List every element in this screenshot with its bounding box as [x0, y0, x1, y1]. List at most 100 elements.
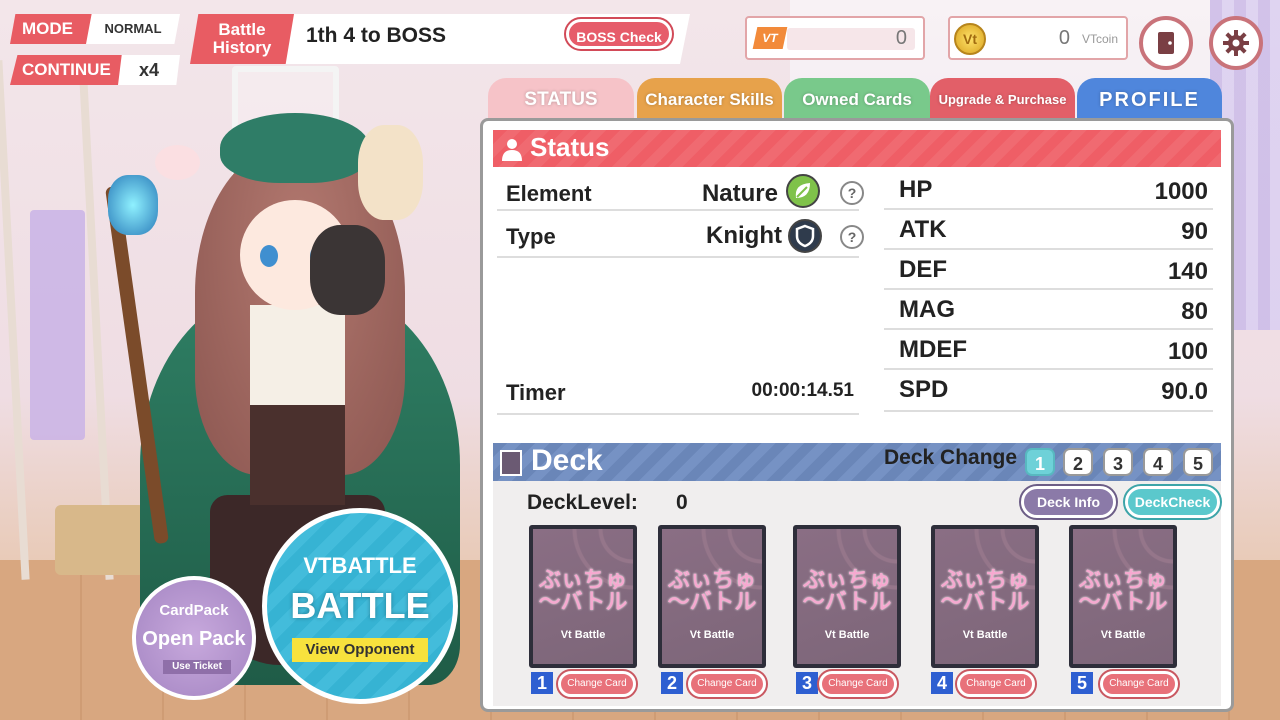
stat-value-spd: 90.0 [1161, 378, 1208, 405]
card-subtitle: Vt Battle [824, 629, 870, 641]
row-divider [497, 209, 859, 211]
element-label: Element [506, 181, 592, 206]
mode-value: NORMAL [86, 14, 180, 44]
deck-card-4[interactable]: ぶぃちゅ～バトル Vt Battle [931, 525, 1039, 668]
door-icon [1158, 32, 1174, 54]
status-title: Status [530, 132, 610, 162]
card-back: ぶぃちゅ～バトル Vt Battle [935, 529, 1035, 664]
character-staff [105, 185, 169, 545]
stat-label-spd: SPD [899, 376, 949, 403]
stat-label-mdef: MDEF [899, 336, 967, 363]
deck-level-label: DeckLevel: [527, 491, 638, 514]
row-divider [884, 288, 1213, 290]
card-back: ぶぃちゅ～バトル Vt Battle [662, 529, 762, 664]
card-subtitle: Vt Battle [962, 629, 1008, 641]
row-divider [884, 410, 1213, 412]
change-card-button[interactable]: Change Card [556, 669, 638, 699]
gear-icon [1223, 30, 1249, 56]
deck-info-button[interactable]: Deck Info [1019, 484, 1118, 520]
change-card-button[interactable]: Change Card [817, 669, 899, 699]
cardpack-action: Open Pack [142, 628, 246, 650]
settings-button[interactable] [1209, 16, 1263, 70]
card-subtitle: Vt Battle [560, 629, 606, 641]
background-ladder [0, 60, 30, 580]
battle-history-text: 1th 4 to BOSS [306, 24, 447, 47]
boss-check-button[interactable]: BOSS Check [564, 17, 674, 51]
battle-label: BATTLE [290, 585, 430, 626]
battle-history-label: Battle History [190, 14, 294, 64]
card-logo: ぶぃちゅ～バトル [538, 567, 628, 614]
vt-value: 0 [895, 27, 907, 49]
card-back: ぶぃちゅ～バトル Vt Battle [533, 529, 633, 664]
type-value: Knight [706, 222, 782, 249]
card-index: 5 [1071, 672, 1093, 694]
background-towel [30, 210, 85, 440]
element-help-icon[interactable]: ? [840, 181, 864, 205]
change-card-button[interactable]: Change Card [686, 669, 768, 699]
stat-label-atk: ATK [899, 216, 947, 243]
type-help-icon[interactable]: ? [840, 225, 864, 249]
character-calico-cat [358, 125, 423, 220]
row-divider [884, 368, 1213, 370]
change-card-button[interactable]: Change Card [955, 669, 1037, 699]
deck-card-3[interactable]: ぶぃちゅ～バトル Vt Battle [793, 525, 901, 668]
shield-icon [788, 219, 822, 253]
row-divider [497, 413, 859, 415]
stat-value-def: 140 [1167, 258, 1208, 285]
deck-card-2[interactable]: ぶぃちゅ～バトル Vt Battle [658, 525, 766, 668]
deck-select-1[interactable]: 1 [1025, 448, 1055, 476]
deck-select-3[interactable]: 3 [1103, 448, 1133, 476]
vtcoin-value: 0 [1058, 27, 1070, 49]
card-index: 3 [796, 672, 818, 694]
stat-label-hp: HP [899, 176, 933, 203]
battle-subtitle: VTBATTLE [303, 553, 417, 578]
deck-card-1[interactable]: ぶぃちゅ～バトル Vt Battle [529, 525, 637, 668]
tab-upgrade-purchase[interactable]: Upgrade & Purchase [930, 78, 1075, 122]
stat-label-mag: MAG [899, 296, 955, 323]
exit-button[interactable] [1139, 16, 1193, 70]
tab-status[interactable]: STATUS [488, 78, 634, 122]
stat-value-hp: 1000 [1154, 178, 1208, 205]
deck-card-5[interactable]: ぶぃちゅ～バトル Vt Battle [1069, 525, 1177, 668]
change-card-button[interactable]: Change Card [1098, 669, 1180, 699]
vtcoin-balance: Vt 0 VTcoin [948, 16, 1128, 60]
character-staff-gem [108, 175, 158, 235]
card-index: 2 [661, 672, 683, 694]
deck-select-2[interactable]: 2 [1063, 448, 1093, 476]
use-ticket-label: Use Ticket [163, 660, 231, 674]
stat-value-mag: 80 [1181, 298, 1208, 325]
deck-select-4[interactable]: 4 [1143, 448, 1173, 476]
mode-label: MODE [10, 14, 100, 44]
cardpack-title: CardPack [159, 602, 229, 619]
card-subtitle: Vt Battle [689, 629, 735, 641]
continue-count: x4 [118, 55, 180, 85]
character-eye [260, 245, 278, 267]
deck-check-button[interactable]: DeckCheck [1123, 484, 1222, 520]
tab-owned-cards[interactable]: Owned Cards [784, 78, 930, 122]
card-back: ぶぃちゅ～バトル Vt Battle [797, 529, 897, 664]
battle-button[interactable]: VTBATTLE BATTLE View Opponent [262, 508, 458, 704]
row-divider [884, 248, 1213, 250]
deck-select-5[interactable]: 5 [1183, 448, 1213, 476]
view-opponent-button[interactable]: View Opponent [292, 638, 428, 662]
timer-label: Timer [506, 380, 566, 405]
deck-icon [500, 450, 522, 476]
open-cardpack-button[interactable]: CardPack Open Pack Use Ticket [132, 576, 256, 700]
tab-profile[interactable]: PROFILE [1077, 78, 1222, 122]
row-divider [884, 328, 1213, 330]
row-divider [884, 208, 1213, 210]
stat-value-mdef: 100 [1167, 338, 1208, 365]
leaf-icon [786, 174, 820, 208]
card-index: 1 [531, 672, 553, 694]
type-label: Type [506, 224, 556, 249]
character-bunny [155, 145, 200, 180]
card-logo: ぶぃちゅ～バトル [1078, 567, 1168, 614]
stat-value-atk: 90 [1181, 218, 1208, 245]
deck-level-value: 0 [676, 491, 688, 514]
card-back: ぶぃちゅ～バトル Vt Battle [1073, 529, 1173, 664]
stat-label-def: DEF [899, 256, 947, 283]
element-value: Nature [701, 180, 778, 207]
deck-title: Deck [531, 444, 603, 477]
character-black-cat [310, 225, 385, 315]
tab-character-skills[interactable]: Character Skills [637, 78, 782, 122]
